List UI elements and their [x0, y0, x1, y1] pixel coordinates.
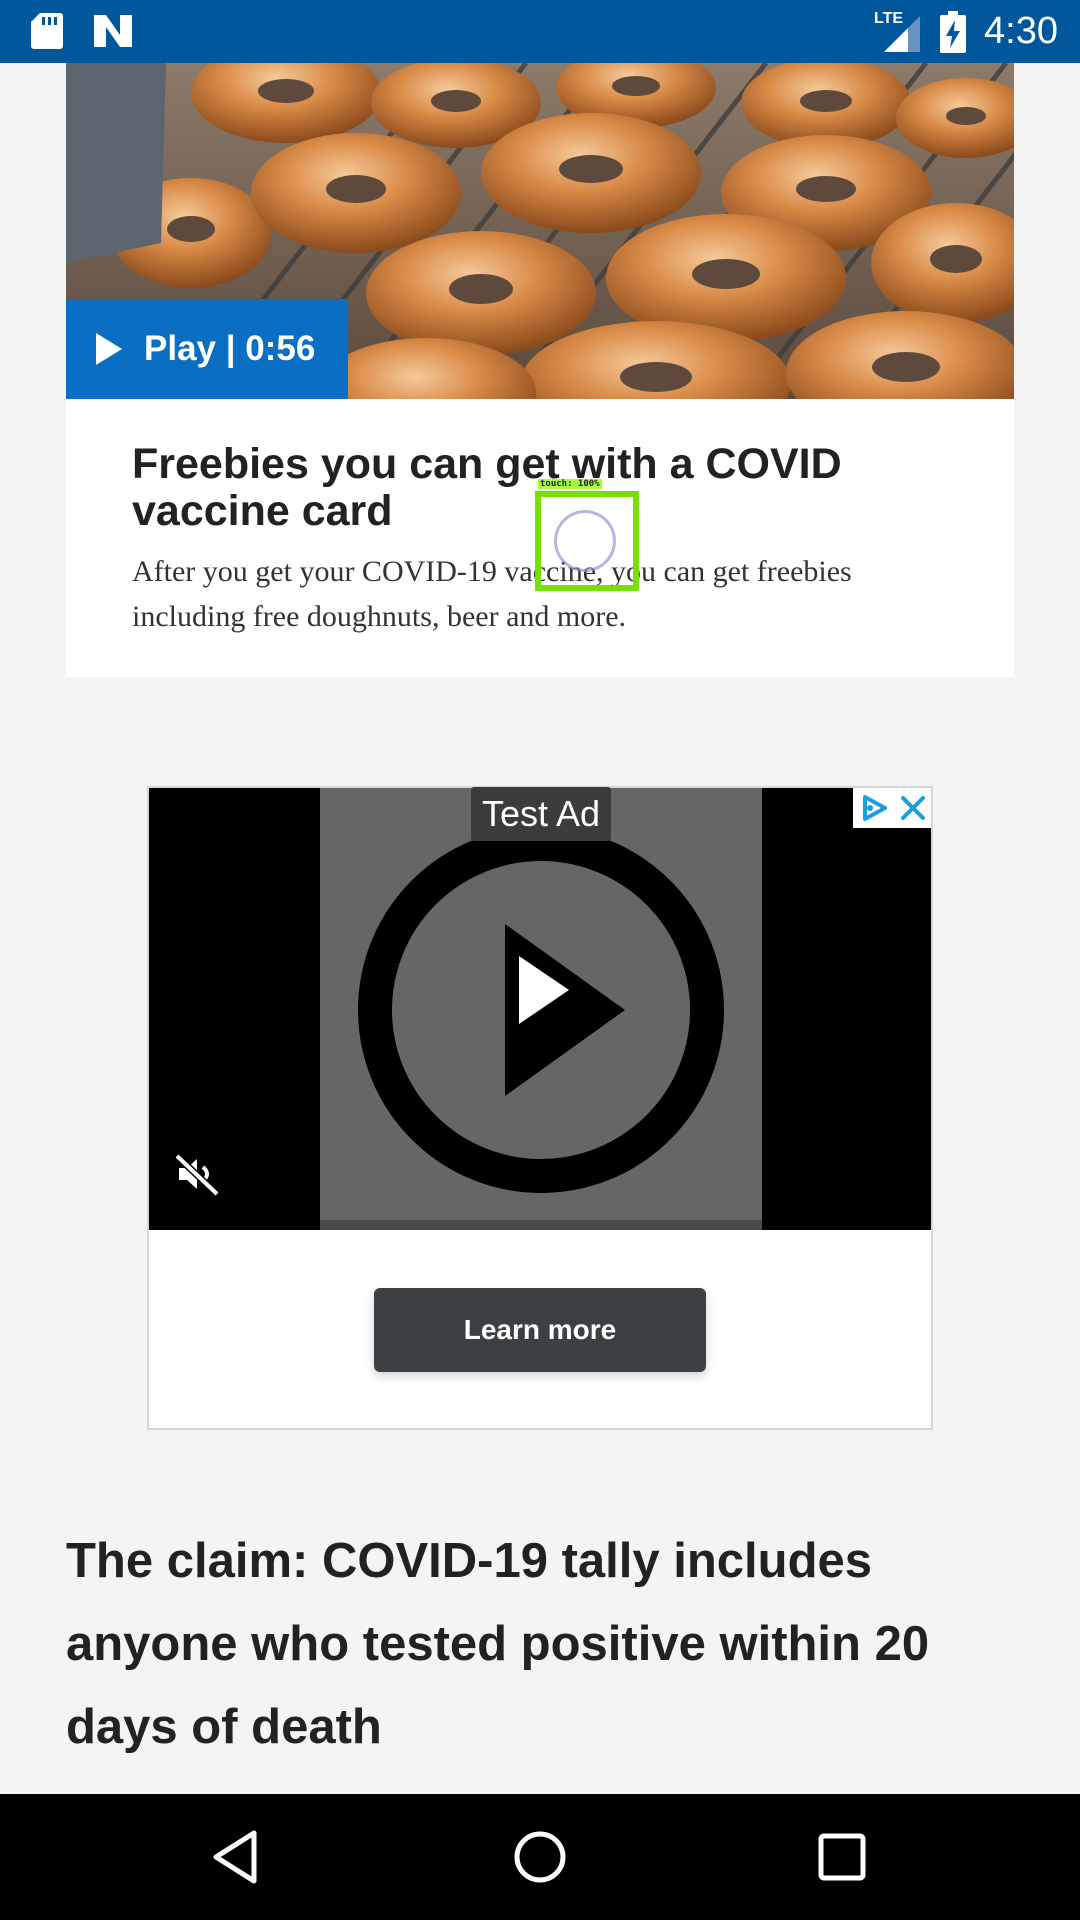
mute-icon[interactable]	[173, 1150, 221, 1198]
touch-point	[554, 510, 616, 572]
touch-indicator-label: touch: 100%	[538, 479, 602, 489]
lte-signal-icon: LTE	[874, 10, 922, 54]
play-video-button[interactable]: Play | 0:56	[66, 299, 348, 399]
play-icon	[96, 333, 122, 365]
adchoices-badge[interactable]	[853, 788, 931, 828]
status-bar: LTE 4:30	[0, 0, 1080, 63]
adchoices-icon[interactable]	[859, 793, 889, 823]
learn-more-button[interactable]: Learn more	[374, 1288, 706, 1372]
article-headline[interactable]: The claim: COVID-19 tally includes anyon…	[66, 1520, 1016, 1769]
play-duration-label: Play | 0:56	[144, 329, 316, 368]
sd-card-icon	[31, 13, 63, 49]
test-ad-label: Test Ad	[471, 787, 611, 841]
status-bar-system: LTE 4:30	[874, 0, 1058, 63]
battery-charging-icon	[940, 10, 967, 53]
home-icon[interactable]	[510, 1827, 570, 1887]
video-thumbnail[interactable]: Play | 0:56	[66, 63, 1014, 399]
ad-video-player[interactable]: Test Ad	[149, 787, 931, 1230]
ad-unit[interactable]: Test Ad Learn more	[147, 786, 933, 1430]
close-icon[interactable]	[900, 795, 926, 821]
recents-icon[interactable]	[812, 1827, 872, 1887]
ad-progress-bar	[320, 1220, 762, 1230]
clock: 4:30	[984, 10, 1058, 52]
status-bar-notifications	[30, 12, 134, 50]
back-icon[interactable]	[208, 1827, 268, 1887]
navigation-bar	[0, 1794, 1080, 1920]
n-notification-icon	[94, 15, 132, 47]
play-icon[interactable]	[355, 824, 727, 1196]
